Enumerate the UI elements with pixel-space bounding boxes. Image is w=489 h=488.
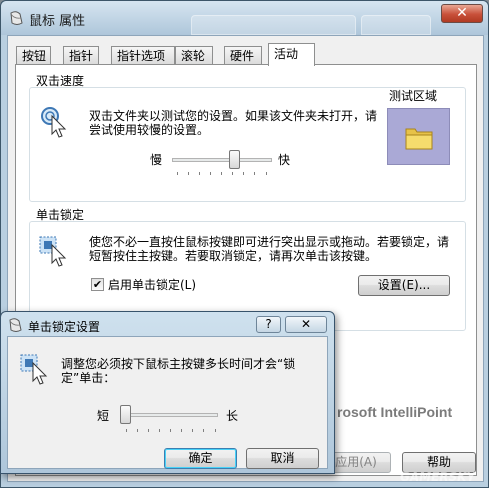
- tab-wheel[interactable]: 滚轮: [175, 46, 213, 65]
- double-click-speed-slider-thumb[interactable]: [228, 150, 240, 169]
- tab-hardware[interactable]: 硬件: [224, 46, 262, 65]
- double-click-speed-slider-track[interactable]: [172, 158, 272, 162]
- duration-slider-ticks: [126, 429, 216, 433]
- fast-label: 快: [278, 153, 291, 167]
- click-lock-pointer-icon: [20, 354, 48, 385]
- dialog-help-button[interactable]: ?: [256, 316, 281, 333]
- slow-label: 慢: [150, 153, 163, 167]
- dialog-description-line2: 定”单击：: [61, 371, 116, 385]
- lock-duration-slider-track[interactable]: [122, 413, 218, 417]
- gamersky-watermark: GAMERSKY: [400, 470, 476, 484]
- click-lock-pointer-icon: [39, 236, 67, 267]
- window-title: 鼠标 属性: [29, 14, 86, 29]
- mouse-app-icon: [10, 11, 23, 25]
- tab-activity[interactable]: 活动: [268, 43, 315, 66]
- tab-pointers[interactable]: 指针: [63, 46, 99, 65]
- ok-button[interactable]: 确定: [164, 448, 237, 469]
- dialog-title: 单击锁定设置: [28, 320, 101, 334]
- double-click-pointer-icon: [41, 107, 67, 138]
- dialog-description-line1: 调整您必须按下鼠标主按键多长时间才会“锁: [61, 357, 296, 371]
- tab-pointer-options[interactable]: 指针选项: [111, 46, 175, 65]
- tab-buttons[interactable]: 按钮: [16, 46, 51, 65]
- mouse-app-icon: [9, 318, 22, 332]
- short-label: 短: [97, 409, 110, 423]
- test-area[interactable]: [387, 108, 450, 165]
- click-lock-settings-button[interactable]: 设置(E)...: [358, 275, 450, 296]
- enable-click-lock-checkbox[interactable]: ✔: [91, 278, 104, 291]
- double-click-description-line1: 双击文件夹以测试您的设置。如果该文件夹未打开，请: [89, 109, 378, 123]
- click-lock-description-line2: 短暂按住主按键。若要取消锁定，请再次单击该按键。: [89, 249, 378, 263]
- intellipoint-branding: rosoft IntelliPoint: [337, 404, 453, 420]
- test-folder-icon[interactable]: [405, 125, 433, 150]
- click-lock-settings-dialog: 单击锁定设置 ? ✕ 调整您必须按下鼠标主按键多长时间才会“锁 定”单击： 短 …: [0, 311, 335, 474]
- close-button[interactable]: ✕: [441, 4, 483, 23]
- speed-slider-ticks: [177, 172, 267, 176]
- click-lock-description-line1: 使您不必一直按住鼠标按键即可进行突出显示或拖动。若要锁定，请: [89, 235, 450, 249]
- dialog-close-button[interactable]: ✕: [285, 316, 327, 333]
- dialog-client-area: 调整您必须按下鼠标主按键多长时间才会“锁 定”单击： 短 长 确定 取消: [7, 336, 328, 469]
- lock-duration-slider-thumb[interactable]: [120, 405, 131, 424]
- background-browser-tab: [191, 15, 356, 35]
- cancel-button[interactable]: 取消: [246, 448, 319, 469]
- background-browser-tab: [361, 15, 431, 35]
- test-area-label: 测试区域: [389, 89, 438, 103]
- double-click-description-line2: 尝试使用较慢的设置。: [89, 123, 210, 137]
- long-label: 长: [226, 409, 239, 423]
- title-bar[interactable]: 鼠标 属性 ✕: [1, 1, 488, 35]
- enable-click-lock-label[interactable]: 启用单击锁定(L): [108, 278, 196, 293]
